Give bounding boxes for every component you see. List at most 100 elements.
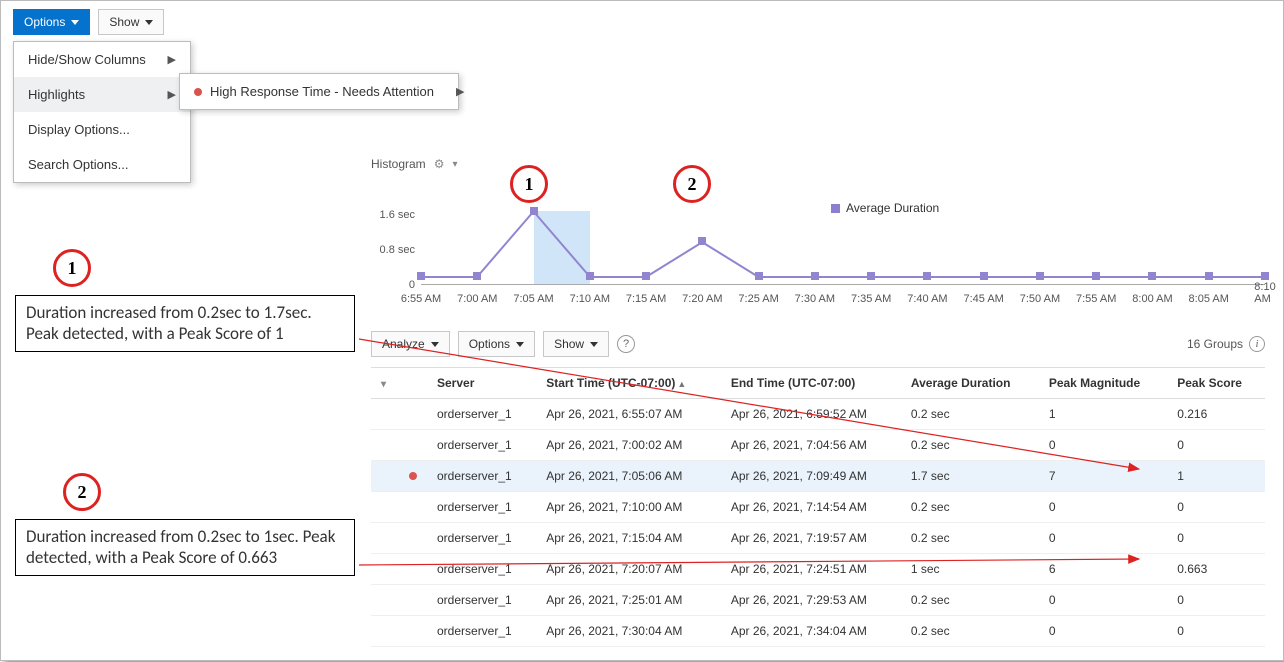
chart-line-segment <box>477 211 535 278</box>
sort-asc-icon: ▲ <box>677 379 686 389</box>
y-tick: 0 <box>371 279 415 291</box>
chart-line-segment <box>590 276 646 278</box>
chart-line-segment <box>1040 276 1096 278</box>
chart-point <box>811 272 819 280</box>
table-row[interactable]: orderserver_1Apr 26, 2021, 7:30:04 AMApr… <box>371 616 1265 647</box>
status-dot-icon <box>409 472 417 480</box>
help-icon[interactable]: ? <box>617 335 635 353</box>
status-dot-icon <box>194 88 202 96</box>
chart-point <box>1261 272 1269 280</box>
table-row[interactable]: orderserver_1Apr 26, 2021, 7:10:00 AMApr… <box>371 492 1265 523</box>
chart-point <box>1148 272 1156 280</box>
chart-point <box>980 272 988 280</box>
col-start[interactable]: Start Time (UTC-07:00)▲ <box>536 368 721 399</box>
table-row[interactable]: orderserver_1Apr 26, 2021, 7:00:02 AMApr… <box>371 430 1265 461</box>
chart-line-segment <box>927 276 983 278</box>
grid-options-button[interactable]: Options <box>458 331 535 357</box>
menu-item-display-options[interactable]: Display Options... <box>14 112 190 147</box>
menu-item-search-options[interactable]: Search Options... <box>14 147 190 182</box>
x-tick: 7:55 AM <box>1076 293 1116 305</box>
caret-down-icon <box>71 20 79 25</box>
y-tick: 0.8 sec <box>371 244 415 256</box>
chevron-right-icon: ▶ <box>456 85 464 98</box>
x-tick: 7:40 AM <box>907 293 947 305</box>
col-expand[interactable]: ▾ <box>371 368 399 399</box>
chart-point <box>1092 272 1100 280</box>
x-tick: 7:00 AM <box>457 293 497 305</box>
chart-point <box>530 207 538 215</box>
menu-item-highlights[interactable]: Highlights ▶ <box>14 77 190 112</box>
options-menu: Hide/Show Columns ▶ Highlights ▶ Display… <box>13 41 191 183</box>
histogram-title: Histogram <box>371 157 426 171</box>
gear-icon[interactable]: ⚙ <box>434 157 445 171</box>
chart-line-segment <box>871 276 927 278</box>
annotation-label-1: 1 <box>53 249 91 287</box>
chart-point <box>867 272 875 280</box>
annotation-marker-1: 1 <box>510 165 548 203</box>
options-button[interactable]: Options <box>13 9 90 35</box>
table-row[interactable]: orderserver_1Apr 26, 2021, 7:15:04 AMApr… <box>371 523 1265 554</box>
table-row[interactable]: orderserver_1Apr 26, 2021, 7:25:01 AMApr… <box>371 585 1265 616</box>
col-mag[interactable]: Peak Magnitude <box>1039 368 1167 399</box>
x-tick: 8:00 AM <box>1132 293 1172 305</box>
chart-line-segment <box>815 276 871 278</box>
chart-point <box>755 272 763 280</box>
histogram-chart: 6:55 AM 7:00 AM 7:05 AM 7:10 AM 7:15 AM 7:20 … <box>371 211 1265 307</box>
annotation-text-1: Duration increased from 0.2sec to 1.7sec… <box>15 295 355 352</box>
chart-line-segment <box>1152 276 1208 278</box>
chevron-right-icon: ▶ <box>168 88 176 101</box>
table-row[interactable]: orderserver_1Apr 26, 2021, 6:55:07 AMApr… <box>371 399 1265 430</box>
chart-point <box>923 272 931 280</box>
x-tick: 6:55 AM <box>401 293 441 305</box>
x-tick: 7:30 AM <box>795 293 835 305</box>
grid-show-button[interactable]: Show <box>543 331 609 357</box>
info-icon[interactable]: i <box>1249 336 1265 352</box>
caret-down-icon <box>145 20 153 25</box>
x-tick: 7:35 AM <box>851 293 891 305</box>
x-tick: 7:15 AM <box>626 293 666 305</box>
chart-point <box>1205 272 1213 280</box>
chart-line-segment <box>702 242 759 279</box>
chevron-down-icon[interactable]: ▾ <box>452 159 457 170</box>
chevron-down-icon: ▾ <box>381 379 386 390</box>
submenu-item-high-response[interactable]: High Response Time - Needs Attention ▶ <box>180 74 458 109</box>
table-row[interactable]: orderserver_1Apr 26, 2021, 7:20:07 AMApr… <box>371 554 1265 585</box>
x-tick: 7:25 AM <box>738 293 778 305</box>
caret-down-icon <box>590 342 598 347</box>
menu-item-hideshow[interactable]: Hide/Show Columns ▶ <box>14 42 190 77</box>
caret-down-icon <box>516 342 524 347</box>
x-tick: 7:50 AM <box>1020 293 1060 305</box>
show-label: Show <box>109 15 139 29</box>
chart-line-segment <box>646 242 703 279</box>
col-end[interactable]: End Time (UTC-07:00) <box>721 368 901 399</box>
col-score[interactable]: Peak Score <box>1167 368 1265 399</box>
x-tick: 8:05 AM <box>1189 293 1229 305</box>
chart-point <box>417 272 425 280</box>
annotation-text-2: Duration increased from 0.2sec to 1sec. … <box>15 519 355 576</box>
chart-line-segment <box>1096 276 1152 278</box>
annotation-marker-2: 2 <box>673 165 711 203</box>
chevron-right-icon: ▶ <box>168 53 176 66</box>
chart-line-segment <box>759 276 815 278</box>
groups-count: 16 Groups i <box>1187 336 1265 352</box>
chart-point <box>586 272 594 280</box>
x-tick: 8:10 AM <box>1254 281 1275 305</box>
results-table: ▾ Server Start Time (UTC-07:00)▲ End Tim… <box>371 367 1265 647</box>
x-tick: 7:20 AM <box>682 293 722 305</box>
x-tick: 7:10 AM <box>570 293 610 305</box>
annotation-label-2: 2 <box>63 473 101 511</box>
caret-down-icon <box>431 342 439 347</box>
show-button[interactable]: Show <box>98 9 164 35</box>
highlights-submenu: High Response Time - Needs Attention ▶ <box>179 73 459 110</box>
x-tick: 7:45 AM <box>963 293 1003 305</box>
chart-point <box>473 272 481 280</box>
chart-point <box>1036 272 1044 280</box>
col-avg[interactable]: Average Duration <box>901 368 1039 399</box>
col-server[interactable]: Server <box>427 368 536 399</box>
table-row[interactable]: orderserver_1Apr 26, 2021, 7:05:06 AMApr… <box>371 461 1265 492</box>
x-tick: 7:05 AM <box>513 293 553 305</box>
chart-point <box>642 272 650 280</box>
chart-point <box>698 237 706 245</box>
analyze-button[interactable]: Analyze <box>371 331 450 357</box>
chart-line-segment <box>421 276 477 278</box>
